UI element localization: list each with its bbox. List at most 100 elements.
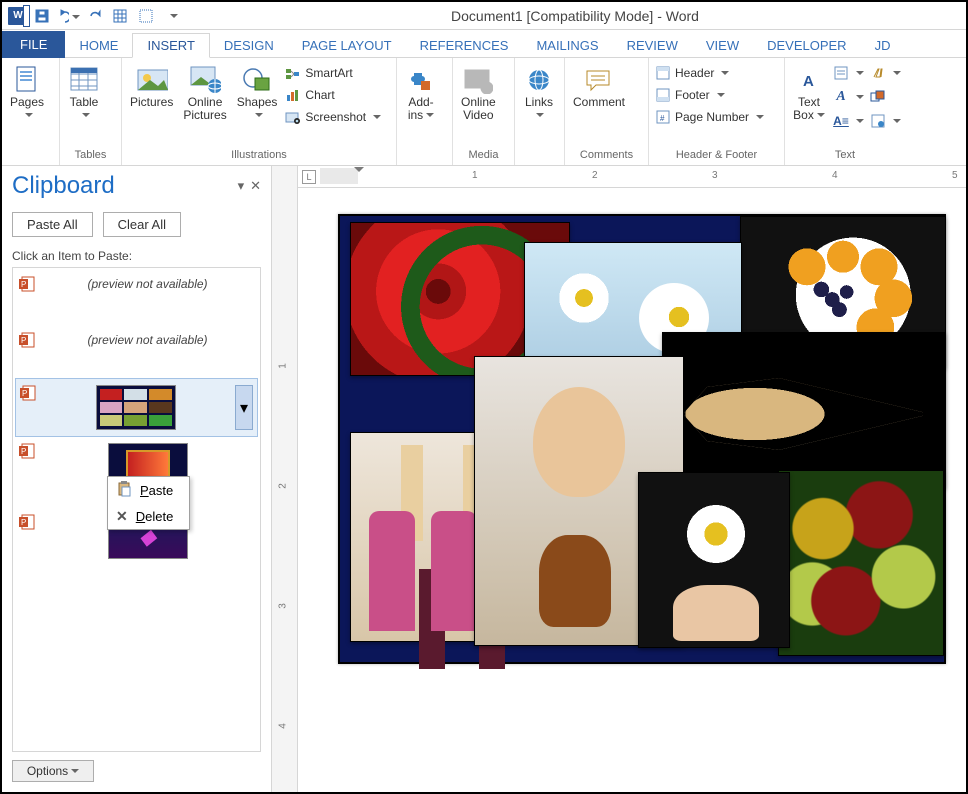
group-label-tables: Tables <box>66 147 115 163</box>
word-app-icon[interactable]: W <box>8 7 28 25</box>
clipboard-item[interactable]: P ▾ <box>15 378 258 437</box>
screenshot-button[interactable]: Screenshot <box>285 108 381 126</box>
text-mini-1[interactable] <box>833 64 864 82</box>
addins-button[interactable]: Add- ins <box>403 62 439 124</box>
close-icon[interactable]: ✕ <box>250 178 261 194</box>
powerpoint-icon: P <box>19 443 35 459</box>
table-icon <box>68 64 100 96</box>
svg-text:P: P <box>21 518 26 527</box>
qat-grid-icon[interactable] <box>108 4 132 28</box>
qat-customize-dropdown[interactable] <box>160 4 184 28</box>
video-icon <box>462 64 494 96</box>
quick-access-toolbar: W <box>8 4 184 28</box>
tab-developer[interactable]: DEVELOPER <box>753 34 860 57</box>
undo-icon[interactable] <box>56 4 80 28</box>
textbox-icon: A <box>793 64 825 96</box>
screenshot-icon <box>285 109 301 125</box>
link-icon <box>523 64 555 96</box>
powerpoint-icon: P <box>19 514 35 530</box>
window-title: Document1 [Compatibility Mode] - Word <box>184 8 966 24</box>
horizontal-ruler[interactable]: L 1 2 3 4 5 <box>298 166 966 188</box>
clear-all-button[interactable]: Clear All <box>103 212 181 237</box>
clipboard-options-button[interactable]: Options <box>12 760 94 782</box>
clipboard-item-menu-button[interactable]: ▾ <box>235 385 253 430</box>
tab-references[interactable]: REFERENCES <box>406 34 523 57</box>
group-label-header-footer: Header & Footer <box>655 147 778 163</box>
tab-file[interactable]: FILE <box>2 31 65 58</box>
group-label-illustrations: Illustrations <box>128 147 390 163</box>
clipboard-item[interactable]: P (preview not available) <box>15 326 258 354</box>
tab-design[interactable]: DESIGN <box>210 34 288 57</box>
text-mini-3[interactable]: A≡ <box>833 112 864 130</box>
ctx-delete-label: elete <box>145 509 173 524</box>
clipboard-hint: Click an Item to Paste: <box>12 249 261 263</box>
vertical-ruler[interactable]: 1 2 3 4 <box>272 166 298 792</box>
powerpoint-icon: P <box>19 276 35 292</box>
paste-icon <box>116 481 132 500</box>
save-icon[interactable] <box>30 4 54 28</box>
comment-icon <box>583 64 615 96</box>
text-mini-2[interactable]: A <box>833 88 864 106</box>
shapes-icon <box>241 64 273 96</box>
inserted-picture[interactable] <box>778 470 944 656</box>
qat-dotted-box-icon[interactable] <box>134 4 158 28</box>
page-icon <box>11 64 43 96</box>
inserted-picture[interactable] <box>638 472 790 648</box>
footer-icon <box>655 87 671 103</box>
tab-mailings[interactable]: MAILINGS <box>522 34 612 57</box>
context-paste[interactable]: Paste <box>108 477 189 504</box>
chart-icon <box>285 87 301 103</box>
smartart-button[interactable]: SmartArt <box>285 64 381 82</box>
pages-button[interactable]: Pages <box>8 62 46 124</box>
online-pictures-button[interactable]: Online Pictures <box>181 62 228 124</box>
links-button[interactable]: Links <box>521 62 557 124</box>
pane-menu-dropdown-icon[interactable]: ▾ <box>238 178 245 194</box>
pictures-button[interactable]: Pictures <box>128 62 175 111</box>
clipboard-thumbnail <box>96 385 176 430</box>
shapes-button[interactable]: Shapes <box>235 62 280 124</box>
clipboard-title: Clipboard <box>12 172 238 200</box>
title-bar: W Document1 [Compatibility Mode] - Word <box>2 2 966 30</box>
tab-selector[interactable]: L <box>302 170 316 184</box>
chart-button[interactable]: Chart <box>285 86 381 104</box>
header-button[interactable]: Header <box>655 64 778 82</box>
page-number-button[interactable]: #Page Number <box>655 108 778 126</box>
tab-review[interactable]: REVIEW <box>613 34 692 57</box>
svg-text:P: P <box>21 336 26 345</box>
footer-button[interactable]: Footer <box>655 86 778 104</box>
svg-text:P: P <box>21 280 26 289</box>
tab-view[interactable]: VIEW <box>692 34 753 57</box>
clipboard-item-context-menu: Paste ✕ Delete <box>107 476 190 530</box>
smartart-icon <box>285 65 301 81</box>
group-label-comments: Comments <box>571 147 642 163</box>
redo-icon[interactable] <box>82 4 106 28</box>
text-mini-6[interactable] <box>870 112 901 130</box>
svg-text:A: A <box>803 73 814 90</box>
online-video-button: Online Video <box>459 62 498 124</box>
tab-extra[interactable]: JD <box>861 34 905 57</box>
tab-insert[interactable]: INSERT <box>132 33 209 58</box>
tab-page-layout[interactable]: PAGE LAYOUT <box>288 34 406 57</box>
group-label-text: Text <box>791 147 899 163</box>
inserted-picture[interactable] <box>662 332 946 488</box>
paste-all-button[interactable]: Paste All <box>12 212 93 237</box>
powerpoint-icon: P <box>20 385 36 401</box>
delete-icon: ✕ <box>116 508 128 525</box>
picture-icon <box>136 64 168 96</box>
svg-text:P: P <box>21 447 26 456</box>
tab-home[interactable]: HOME <box>65 34 132 57</box>
document-page[interactable] <box>298 188 966 792</box>
clipboard-item[interactable]: P (preview not available) <box>15 270 258 298</box>
online-pictures-icon <box>189 64 221 96</box>
group-label-media: Media <box>459 147 508 163</box>
picture-canvas[interactable] <box>338 214 946 664</box>
powerpoint-icon: P <box>19 332 35 348</box>
addins-icon <box>405 64 437 96</box>
textbox-button[interactable]: A Text Box <box>791 62 827 124</box>
text-mini-4[interactable] <box>870 64 901 82</box>
text-mini-5[interactable] <box>870 88 901 106</box>
ribbon-tabs: FILE HOME INSERT DESIGN PAGE LAYOUT REFE… <box>2 30 966 58</box>
context-delete[interactable]: ✕ Delete <box>108 504 189 529</box>
table-button[interactable]: Table <box>66 62 102 124</box>
comment-button[interactable]: Comment <box>571 62 627 111</box>
